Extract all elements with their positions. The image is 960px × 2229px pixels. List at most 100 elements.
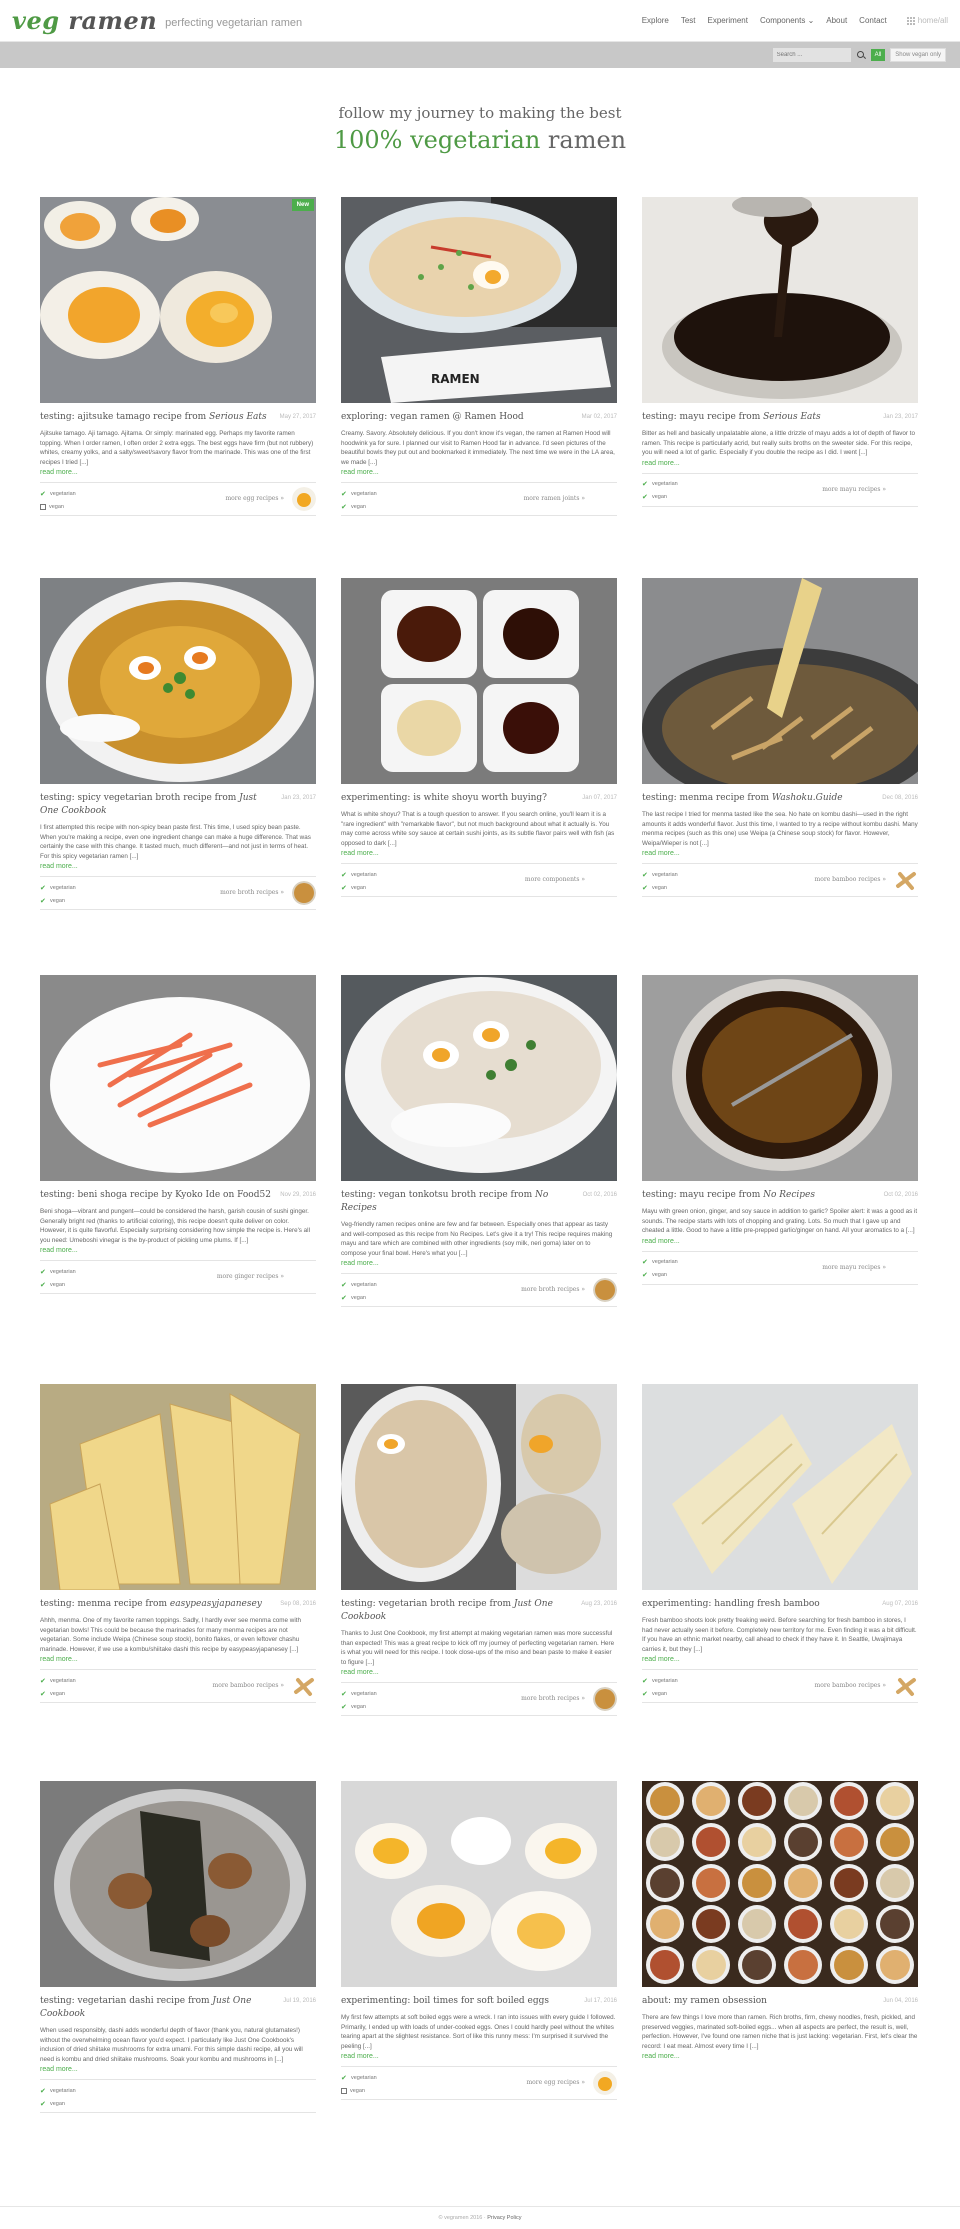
post-title[interactable]: testing: mayu recipe from Serious Eats Ja…: [642, 411, 918, 424]
more-category-link[interactable]: more mayu recipes »: [822, 1264, 886, 1271]
post-image[interactable]: [642, 197, 918, 403]
read-more-link[interactable]: read more...: [642, 1238, 918, 1245]
post-title[interactable]: testing: beni shoga recipe by Kyoko Ide …: [40, 1189, 316, 1202]
checkmark-icon: ✔: [341, 1281, 347, 1289]
more-category-link[interactable]: more egg recipes »: [526, 2079, 585, 2086]
more-category-link[interactable]: more mayu recipes »: [822, 486, 886, 493]
post-title[interactable]: testing: vegetarian broth recipe from Ju…: [341, 1598, 617, 1624]
more-category-link[interactable]: more bamboo recipes »: [213, 1682, 284, 1689]
post-title-text: testing: vegan tonkotsu broth recipe fro…: [341, 1190, 535, 1200]
nav-contact[interactable]: Contact: [859, 16, 887, 25]
diet-tag: ✔ vegan: [40, 2098, 316, 2109]
main-nav: Explore Test Experiment Components ⌄ Abo…: [642, 16, 948, 25]
read-more-link[interactable]: read more...: [341, 850, 617, 857]
more-category-link[interactable]: more ginger recipes »: [217, 1273, 284, 1280]
post-image[interactable]: [642, 1384, 918, 1590]
post-footer: ✔ vegetarian ✔ vegan more mayu recipes »: [642, 472, 918, 507]
post-card: New testing: ajitsuke tamago recipe from…: [40, 197, 316, 517]
post-date: Jun 04, 2016: [883, 1998, 918, 2004]
checkmark-icon: ✔: [341, 2074, 347, 2082]
post-image[interactable]: [642, 975, 918, 1181]
nav-experiment[interactable]: Experiment: [708, 16, 748, 25]
more-category-link[interactable]: more broth recipes »: [220, 889, 284, 896]
site-logo[interactable]: veg ramen: [12, 6, 157, 35]
checkmark-icon: ✔: [40, 884, 46, 892]
checkmark-icon: ✔: [40, 1677, 46, 1685]
read-more-link[interactable]: read more...: [642, 2053, 918, 2060]
post-title[interactable]: experimenting: is white shoyu worth buyi…: [341, 792, 617, 805]
more-category-link[interactable]: more egg recipes »: [225, 495, 284, 502]
more-category-link[interactable]: more broth recipes »: [521, 1695, 585, 1702]
diet-label: vegan: [351, 1703, 366, 1710]
diet-label: vegetarian: [50, 1268, 76, 1275]
new-badge: New: [291, 199, 314, 211]
read-more-link[interactable]: read more...: [642, 1656, 918, 1663]
post-footer: ✔ vegetarian ✔ vegan more bamboo recipes »: [40, 1669, 316, 1704]
search-icon[interactable]: [856, 50, 866, 60]
post-image[interactable]: New: [40, 197, 316, 403]
post-title[interactable]: experimenting: handling fresh bamboo Aug …: [642, 1598, 918, 1611]
more-category-link[interactable]: more components »: [525, 876, 585, 883]
read-more-link[interactable]: read more...: [40, 2066, 316, 2073]
post-image[interactable]: RAMEN: [341, 197, 617, 403]
post-image[interactable]: [40, 578, 316, 784]
diet-tag: ✔ vegan: [40, 895, 316, 906]
read-more-link[interactable]: read more...: [341, 469, 617, 476]
search-input[interactable]: [772, 48, 851, 62]
post-excerpt: Fresh bamboo shoots look pretty freaking…: [642, 1617, 917, 1653]
post-image[interactable]: [642, 578, 918, 784]
privacy-link[interactable]: Privacy Policy: [487, 2215, 521, 2221]
read-more-link[interactable]: read more...: [341, 2053, 617, 2060]
post-title[interactable]: testing: mayu recipe from No Recipes Oct …: [642, 1189, 918, 1202]
post-image[interactable]: [40, 1781, 316, 1987]
checkmark-icon: ✔: [642, 1259, 648, 1267]
post-title-text: testing: vegetarian broth recipe from: [341, 1599, 514, 1609]
post-footer: ✔ vegetarian ✔ vegan more components »: [341, 863, 617, 898]
post-excerpt: I first attempted this recipe with non-s…: [40, 824, 311, 860]
post-title-text: about: my ramen obsession: [642, 1996, 767, 2006]
home-all-button[interactable]: home/all: [906, 16, 948, 25]
read-more-link[interactable]: read more...: [40, 863, 316, 870]
nav-about[interactable]: About: [826, 16, 847, 25]
post-title[interactable]: exploring: vegan ramen @ Ramen Hood Mar 0…: [341, 411, 617, 424]
post-title[interactable]: about: my ramen obsession Jun 04, 2016: [642, 1995, 918, 2008]
post-image[interactable]: [40, 1384, 316, 1590]
post-image[interactable]: [341, 578, 617, 784]
post-image[interactable]: [341, 1781, 617, 1987]
post-image[interactable]: [40, 975, 316, 1181]
diet-label: vegan: [351, 1294, 366, 1301]
post-title[interactable]: experimenting: boil times for soft boile…: [341, 1995, 617, 2008]
nav-test[interactable]: Test: [681, 16, 696, 25]
read-more-link[interactable]: read more...: [341, 1669, 617, 1676]
more-category-link[interactable]: more broth recipes »: [521, 1286, 585, 1293]
read-more-link[interactable]: read more...: [40, 1247, 316, 1254]
post-title-text: experimenting: is white shoyu worth buyi…: [341, 793, 547, 803]
read-more-link[interactable]: read more...: [40, 469, 316, 476]
nav-explore[interactable]: Explore: [642, 16, 669, 25]
diet-tag: ✔ vegan: [40, 1279, 316, 1290]
nav-components[interactable]: Components ⌄: [760, 16, 814, 25]
post-title[interactable]: testing: vegetarian dashi recipe from Ju…: [40, 1995, 316, 2021]
diet-label: vegan: [652, 494, 667, 501]
filter-all-button[interactable]: All: [870, 49, 886, 61]
post-image[interactable]: [642, 1781, 918, 1987]
post-title[interactable]: testing: menma recipe from easypeasyjapa…: [40, 1598, 316, 1611]
post-card: testing: mayu recipe from No Recipes Oct …: [642, 975, 918, 1285]
post-title-text: testing: menma recipe from: [40, 1599, 170, 1609]
read-more-link[interactable]: read more...: [40, 1656, 316, 1663]
post-title[interactable]: testing: spicy vegetarian broth recipe f…: [40, 792, 316, 818]
more-category-link[interactable]: more ramen joints »: [524, 495, 585, 502]
read-more-link[interactable]: read more...: [642, 460, 918, 467]
post-image[interactable]: [341, 975, 617, 1181]
read-more-link[interactable]: read more...: [341, 1260, 617, 1267]
post-title[interactable]: testing: menma recipe from Washoku.Guide…: [642, 792, 918, 805]
post-title[interactable]: testing: vegan tonkotsu broth recipe fro…: [341, 1189, 617, 1215]
read-more-link[interactable]: read more...: [642, 850, 918, 857]
post-title[interactable]: testing: ajitsuke tamago recipe from Ser…: [40, 411, 316, 424]
filter-vegan-button[interactable]: Show vegan only: [890, 48, 946, 62]
post-excerpt: Creamy. Savory. Absolutely delicious. If…: [341, 430, 615, 466]
more-category-link[interactable]: more bamboo recipes »: [815, 1682, 886, 1689]
post-excerpt: What is white shoyu? That is a tough que…: [341, 811, 615, 847]
more-category-link[interactable]: more bamboo recipes »: [815, 876, 886, 883]
post-image[interactable]: [341, 1384, 617, 1590]
